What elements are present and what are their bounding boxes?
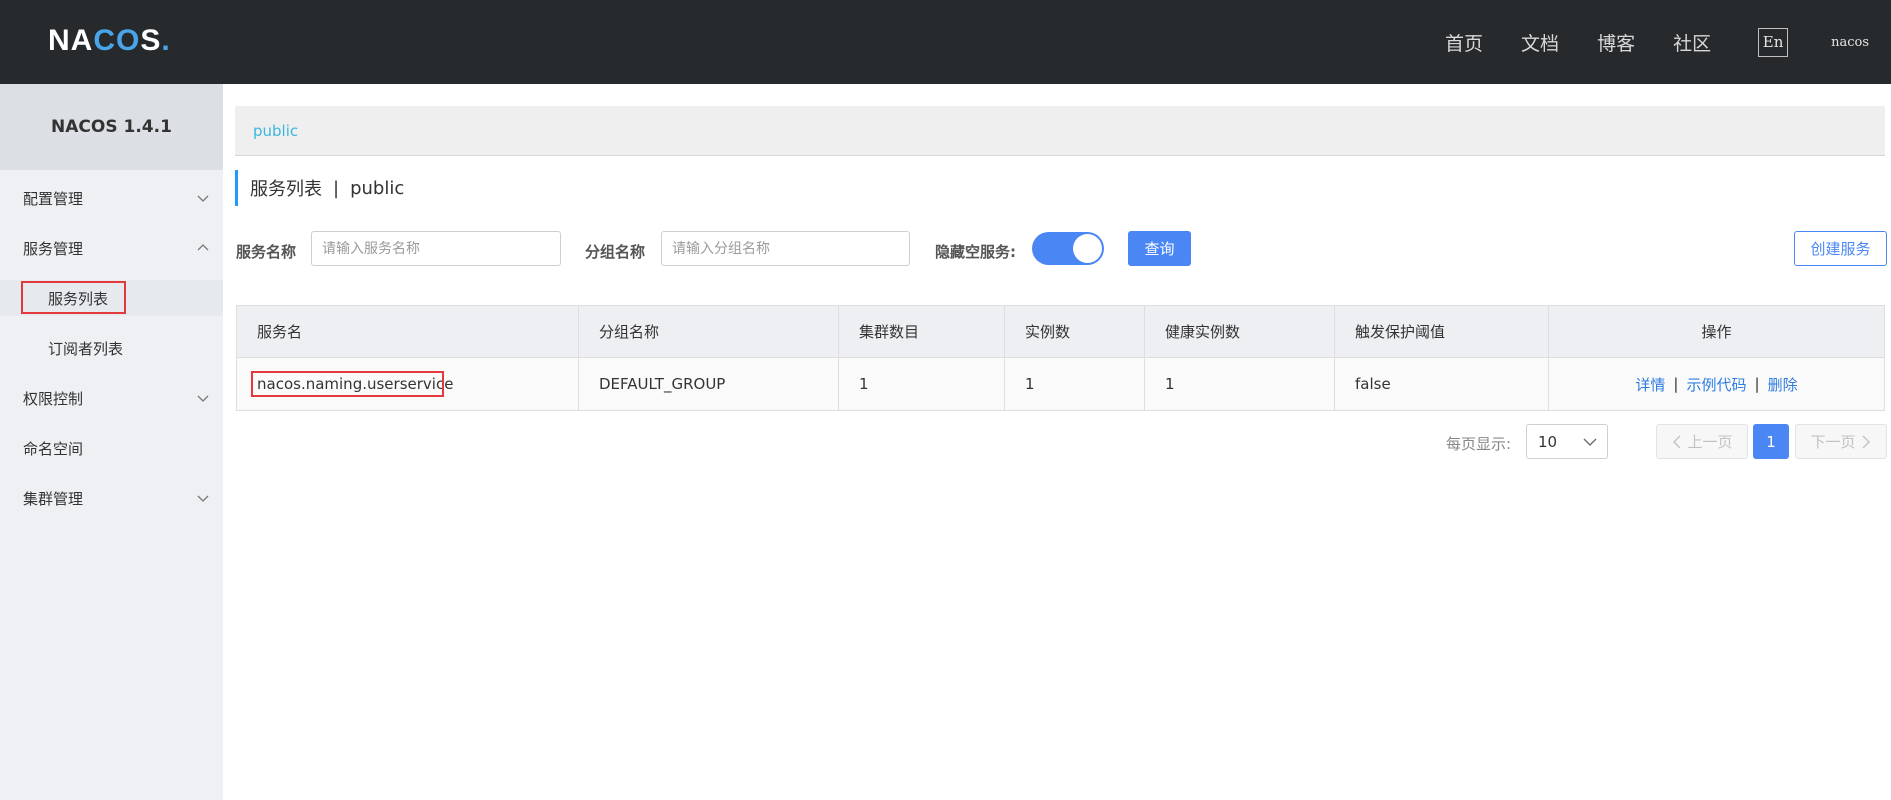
column-header-cluster-count: 集群数目 bbox=[839, 306, 1005, 357]
prev-page-button[interactable]: 上一页 bbox=[1656, 424, 1748, 459]
delete-link[interactable]: 删除 bbox=[1768, 374, 1798, 395]
page-title-separator: | bbox=[333, 177, 340, 199]
nav-blog[interactable]: 博客 bbox=[1597, 29, 1635, 56]
op-separator: | bbox=[1754, 375, 1760, 393]
query-button[interactable]: 查询 bbox=[1128, 231, 1191, 266]
column-header-instance-count: 实例数 bbox=[1005, 306, 1145, 357]
sidebar: NACOS 1.4.1 配置管理 服务管理 服务列表 订阅者列表 权限控制 命名… bbox=[0, 84, 223, 800]
column-header-protect-threshold: 触发保护阈值 bbox=[1335, 306, 1549, 357]
cell-service-name: nacos.naming.userservice bbox=[237, 358, 579, 410]
sidebar-item-cluster-management[interactable]: 集群管理 bbox=[0, 480, 223, 516]
nacos-logo[interactable]: NA CO S. bbox=[48, 24, 171, 58]
sidebar-item-config-management[interactable]: 配置管理 bbox=[0, 180, 223, 216]
column-header-service-name: 服务名 bbox=[237, 306, 579, 357]
next-page-label: 下一页 bbox=[1810, 433, 1856, 451]
hide-empty-toggle[interactable] bbox=[1032, 232, 1104, 265]
chevron-down-icon bbox=[197, 495, 209, 502]
group-name-label: 分组名称 bbox=[585, 243, 646, 261]
sidebar-item-service-management[interactable]: 服务管理 bbox=[0, 230, 223, 266]
nav-docs[interactable]: 文档 bbox=[1521, 29, 1559, 56]
sidebar-item-label: 命名空间 bbox=[23, 439, 84, 458]
namespace-bar: public bbox=[235, 106, 1885, 156]
toggle-knob bbox=[1073, 234, 1102, 263]
page-title-text: 服务列表 bbox=[250, 179, 322, 200]
column-header-healthy-count: 健康实例数 bbox=[1145, 306, 1335, 357]
service-name-label: 服务名称 bbox=[236, 243, 297, 261]
service-table: 服务名 分组名称 集群数目 实例数 健康实例数 触发保护阈值 操作 nacos.… bbox=[236, 305, 1885, 411]
cell-instance-count: 1 bbox=[1005, 358, 1145, 410]
logo-text-tail: S bbox=[140, 24, 162, 57]
logo-dot: . bbox=[161, 24, 171, 57]
sidebar-item-subscriber-list[interactable]: 订阅者列表 bbox=[0, 330, 223, 366]
table-row: nacos.naming.userservice DEFAULT_GROUP 1… bbox=[237, 358, 1884, 410]
user-name[interactable]: nacos bbox=[1831, 35, 1869, 50]
page-size-label: 每页显示: bbox=[1446, 435, 1512, 453]
sidebar-item-label: 服务管理 bbox=[23, 239, 84, 258]
group-name-input[interactable] bbox=[661, 231, 910, 266]
sidebar-item-label: 配置管理 bbox=[23, 189, 84, 208]
logo-text-main: NA bbox=[48, 24, 94, 57]
highlight-box bbox=[21, 281, 126, 314]
highlight-box bbox=[251, 371, 444, 397]
hide-empty-label: 隐藏空服务: bbox=[935, 243, 1016, 261]
chevron-up-icon bbox=[197, 244, 209, 251]
page-title-namespace: public bbox=[350, 177, 405, 199]
cell-group-name: DEFAULT_GROUP bbox=[579, 358, 839, 410]
top-nav: 首页 文档 博客 社区 En nacos bbox=[1445, 0, 1891, 84]
next-page-button[interactable]: 下一页 bbox=[1795, 424, 1887, 459]
column-header-group-name: 分组名称 bbox=[579, 306, 839, 357]
sidebar-item-namespace[interactable]: 命名空间 bbox=[0, 430, 223, 466]
page-size-select[interactable]: 10 bbox=[1526, 424, 1608, 459]
cell-cluster-count: 1 bbox=[839, 358, 1005, 410]
chevron-down-icon bbox=[1583, 438, 1597, 446]
sidebar-item-access-control[interactable]: 权限控制 bbox=[0, 380, 223, 416]
top-header: NA CO S. 首页 文档 博客 社区 En nacos bbox=[0, 0, 1891, 84]
cell-operations: 详情 | 示例代码 | 删除 bbox=[1549, 358, 1884, 410]
table-header: 服务名 分组名称 集群数目 实例数 健康实例数 触发保护阈值 操作 bbox=[237, 306, 1884, 358]
chevron-left-icon bbox=[1673, 435, 1681, 448]
sidebar-item-label: 集群管理 bbox=[23, 489, 84, 508]
sidebar-item-label: 权限控制 bbox=[23, 389, 84, 408]
sidebar-item-label: 订阅者列表 bbox=[48, 339, 124, 358]
service-name-input[interactable] bbox=[311, 231, 561, 266]
create-service-button[interactable]: 创建服务 bbox=[1794, 231, 1887, 266]
details-link[interactable]: 详情 bbox=[1635, 374, 1665, 395]
column-header-operations: 操作 bbox=[1701, 323, 1732, 341]
cell-protect-threshold: false bbox=[1335, 358, 1549, 410]
chevron-down-icon bbox=[197, 195, 209, 202]
cell-healthy-count: 1 bbox=[1145, 358, 1335, 410]
op-separator: | bbox=[1673, 375, 1679, 393]
nav-community[interactable]: 社区 bbox=[1673, 29, 1711, 56]
prev-page-label: 上一页 bbox=[1687, 433, 1733, 451]
chevron-down-icon bbox=[197, 395, 209, 402]
language-switch-button[interactable]: En bbox=[1758, 27, 1789, 57]
sample-code-link[interactable]: 示例代码 bbox=[1686, 374, 1746, 395]
page-size-value: 10 bbox=[1538, 432, 1558, 451]
page-title: 服务列表 | public bbox=[235, 170, 404, 206]
page-number-1[interactable]: 1 bbox=[1753, 424, 1789, 459]
logo-text-accent: CO bbox=[93, 24, 141, 57]
namespace-public-link[interactable]: public bbox=[253, 122, 298, 140]
nav-home[interactable]: 首页 bbox=[1445, 29, 1483, 56]
main-content: public 服务列表 | public 服务名称 分组名称 隐藏空服务: 查询… bbox=[223, 84, 1891, 800]
chevron-right-icon bbox=[1862, 435, 1870, 448]
sidebar-title: NACOS 1.4.1 bbox=[0, 84, 223, 170]
